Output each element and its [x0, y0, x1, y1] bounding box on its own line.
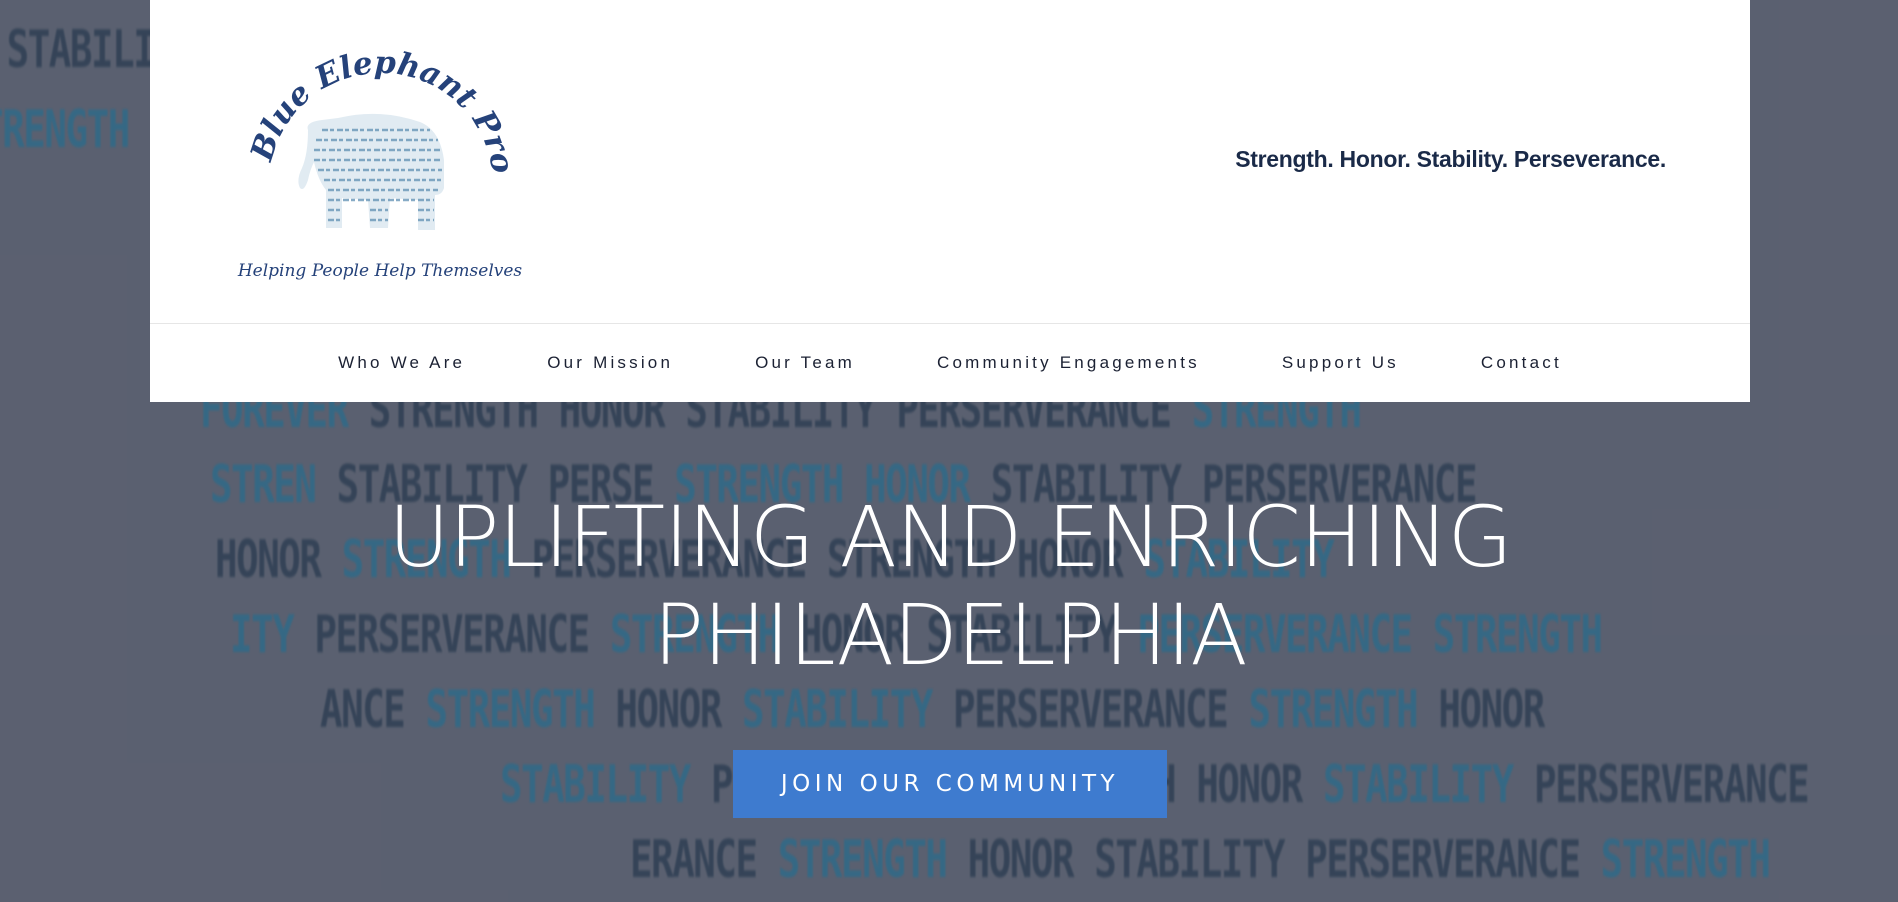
nav-item-our-mission[interactable]: Our Mission	[506, 353, 714, 373]
site-header: The Blue Elephant Project	[150, 0, 1750, 402]
elephant-logo-icon: The Blue Elephant Project	[218, 2, 523, 281]
nav-item-support-us[interactable]: Support Us	[1241, 353, 1440, 373]
hero-title-line-1: UPLIFTING AND ENRICHING	[388, 488, 1513, 586]
nav-item-community-engagements[interactable]: Community Engagements	[896, 353, 1241, 373]
hero-title-line-2: PHILADELPHIA	[653, 586, 1247, 684]
main-navigation: Who We Are Our Mission Our Team Communit…	[150, 324, 1750, 402]
nav-item-contact[interactable]: Contact	[1440, 353, 1603, 373]
elephant-silhouette	[298, 113, 444, 230]
site-logo[interactable]: The Blue Elephant Project	[218, 2, 530, 300]
logo-slogan: Helping People Help Themselves	[237, 261, 523, 281]
join-community-button[interactable]: JOIN OUR COMMUNITY	[733, 750, 1167, 818]
hero-title: UPLIFTING AND ENRICHING PHILADELPHIA	[150, 488, 1750, 684]
nav-item-our-team[interactable]: Our Team	[714, 353, 896, 373]
nav-item-who-we-are[interactable]: Who We Are	[297, 353, 506, 373]
site-tagline: Strength. Honor. Stability. Perseverance…	[1235, 146, 1666, 172]
